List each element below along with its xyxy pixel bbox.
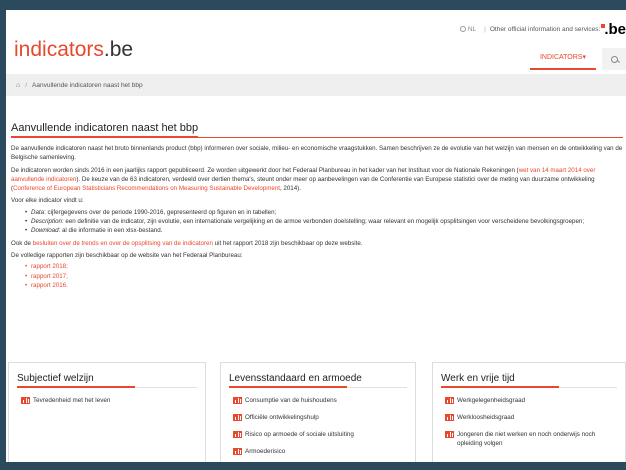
site-header: NL | Other official information and serv… [6, 10, 626, 70]
indicator-link[interactable]: Risico op armoede of sociale uitsluiting [233, 430, 407, 439]
text: Ook de [11, 239, 33, 247]
intro-paragraph: De aanvullende indicatoren naast het bru… [11, 145, 623, 162]
top-bar: NL | Other official information and serv… [459, 20, 626, 38]
reports-intro: De volledige rapporten zijn beschikbaar … [11, 251, 243, 259]
conclusions-link[interactable]: besluiten over de trends en over de opsp… [33, 240, 213, 247]
indicator-link[interactable]: Consumptie van de huishoudens [233, 396, 407, 405]
report-link-2018[interactable]: rapport 2018; [25, 262, 623, 272]
report-link-2016[interactable]: rapport 2016. [25, 281, 623, 291]
theme-card-subjective-wellbeing: Subjectief welzijn Tevredenheid met het … [8, 362, 206, 462]
indicator-label: Jongeren die niet werken en noch onderwi… [457, 431, 596, 447]
indicator-label: Risico op armoede of sociale uitsluiting [245, 431, 354, 438]
list-item-label: Description [31, 218, 62, 226]
indicator-link[interactable]: Werkloosheidsgraad [445, 413, 617, 422]
ces-recommendations-link[interactable]: Conference of European Statisticians Rec… [13, 185, 280, 192]
nav-indicators-label: INDICATORS [539, 54, 583, 61]
card-title: Werk en vrije tijd [441, 373, 515, 384]
theme-card-living-standard: Levensstandaard en armoede Consumptie va… [220, 362, 416, 462]
indicator-link[interactable]: Tevredenheid met het leven [21, 396, 197, 405]
nav-indicators[interactable]: INDICATORS▾ [529, 48, 596, 70]
other-services-link[interactable]: Other official information and services: [490, 26, 600, 33]
language-link[interactable]: NL [468, 26, 476, 33]
breadcrumb: ⌂ / Aanvullende indicatoren naast het bb… [6, 74, 626, 96]
search-icon [610, 55, 618, 63]
bar-chart-icon [233, 414, 242, 421]
main-nav: INDICATORS▾ [529, 48, 626, 70]
page: NL | Other official information and serv… [6, 10, 626, 462]
bar-chart-icon [233, 397, 242, 404]
be-logo[interactable]: .be [601, 20, 626, 38]
conclusions-paragraph: Ook de besluiten over de trends en over … [11, 239, 623, 248]
indicator-label: Consumptie van de huishoudens [245, 397, 337, 404]
report-link-2017[interactable]: rapport 2017; [25, 272, 623, 282]
indicator-link[interactable]: Armoederisico [233, 447, 407, 456]
logo-ext: .be [103, 38, 134, 61]
indicator-label: Officiële ontwikkelingshulp [245, 414, 319, 421]
card-title: Levensstandaard en armoede [229, 373, 362, 384]
list-item-label: Download [31, 227, 59, 235]
text: , 2014). [279, 185, 301, 193]
breadcrumb-current: Aanvullende indicatoren naast het bbp [32, 81, 143, 89]
site-logo[interactable]: indicators.be [14, 38, 133, 62]
breadcrumb-separator: / [25, 81, 28, 89]
card-divider [17, 386, 197, 388]
page-title-text: Aanvullende indicatoren naast het bbp [11, 122, 199, 138]
theme-card-work-leisure: Werk en vrije tijd Werkgelegenheidsgraad… [432, 362, 626, 462]
bar-chart-icon [445, 397, 454, 404]
text: De indicatoren worden sinds 2016 in een … [11, 166, 519, 174]
bar-chart-icon [21, 397, 30, 404]
card-divider [441, 386, 617, 388]
list-item-text: : een definitie van de indicator, zijn e… [61, 218, 585, 226]
list-item: Description: een definitie van de indica… [25, 217, 623, 227]
indicator-label: Werkgelegenheidsgraad [457, 397, 526, 404]
chevron-down-icon: ▾ [582, 54, 586, 61]
search-button[interactable] [602, 48, 626, 70]
bar-chart-icon [445, 414, 454, 421]
indicator-label: Werkloosheidsgraad [457, 414, 515, 421]
card-divider [229, 386, 407, 388]
divider: | [484, 25, 486, 33]
reports-list: rapport 2018; rapport 2017; rapport 2016… [25, 262, 623, 290]
card-title: Subjectief welzijn [17, 373, 94, 384]
list-item: Download: al die informatie in een xlsx-… [25, 226, 623, 236]
indicator-link[interactable]: Jongeren die niet werken en noch onderwi… [445, 430, 617, 448]
be-logo-text: .be [604, 20, 626, 38]
list-item: Data: cijfergegevens over de periode 199… [25, 208, 623, 218]
logo-main: indicators [14, 38, 104, 61]
list-item-text: : al die informatie in een xlsx-bestand. [58, 227, 163, 235]
text: uit het rapport 2018 zijn beschikbaar op… [212, 239, 363, 247]
bar-chart-icon [445, 431, 454, 438]
page-title: Aanvullende indicatoren naast het bbp [11, 122, 623, 138]
content-list: Data: cijfergegevens over de periode 199… [25, 208, 623, 236]
bar-chart-icon [233, 431, 242, 438]
indicator-link[interactable]: Werkgelegenheidsgraad [445, 396, 617, 405]
window-frame-bottom [0, 462, 626, 470]
globe-icon [459, 26, 466, 32]
indicator-label: Tevredenheid met het leven [33, 397, 111, 404]
list-item-label: Data [31, 208, 45, 216]
home-icon[interactable]: ⌂ [16, 82, 20, 89]
indicator-link[interactable]: Officiële ontwikkelingshulp [233, 413, 407, 422]
bar-chart-icon [233, 448, 242, 455]
publication-paragraph: De indicatoren worden sinds 2016 in een … [11, 166, 623, 194]
window-frame-top [0, 0, 626, 10]
article: Aanvullende indicatoren naast het bbp De… [11, 118, 623, 290]
indicator-label: Armoederisico [245, 448, 286, 455]
list-intro: Voor elke indicator vindt u: [11, 197, 84, 205]
list-item-text: : cijfergegevens over de periode 1990-20… [44, 208, 277, 216]
